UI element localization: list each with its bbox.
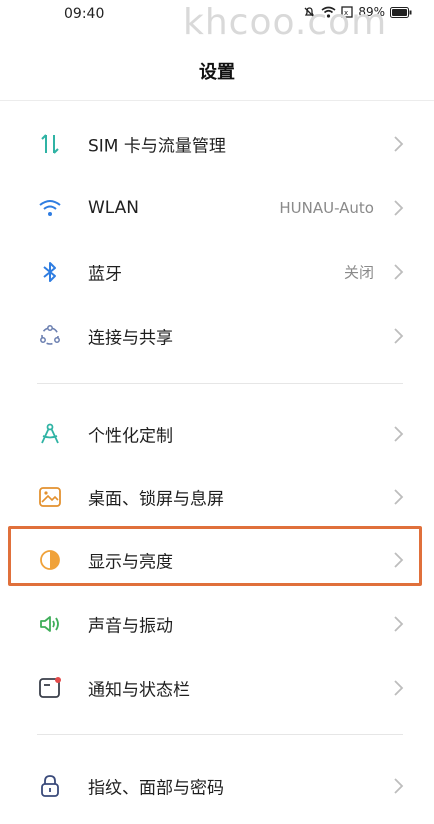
settings-item-sound-vibration[interactable]: 声音与振动 [0,592,434,656]
sim-data-icon [37,131,63,157]
status-time: 09:40 [64,6,105,22]
notification-icon [37,675,63,701]
settings-item-wlan[interactable]: WLAN HUNAU-Auto [0,176,434,240]
battery-icon [390,6,412,18]
wifi-icon [37,195,63,221]
chevron-right-icon [394,328,404,344]
settings-item-label: 通知与状态栏 [88,680,190,701]
chevron-right-icon [394,426,404,442]
chevron-right-icon [394,200,404,216]
title-divider [0,100,434,101]
settings-item-personalization[interactable]: 个性化定制 [0,402,434,466]
settings-item-label: 个性化定制 [88,426,173,447]
chevron-right-icon [394,489,404,505]
page-title: 设置 [199,62,235,83]
settings-item-label: SIM 卡与流量管理 [88,136,226,157]
settings-item-label: WLAN [88,198,140,218]
settings-item-label: 蓝牙 [88,264,122,285]
personalization-icon [37,421,63,447]
chevron-right-icon [394,264,404,280]
settings-item-label: 桌面、锁屏与息屏 [88,489,224,510]
settings-item-wallpaper-lockscreen[interactable]: 桌面、锁屏与息屏 [0,465,434,529]
section-divider [37,734,403,735]
settings-item-label: 声音与振动 [88,616,173,637]
highlight-box [8,526,422,586]
settings-item-sim[interactable]: SIM 卡与流量管理 [0,112,434,176]
chevron-right-icon [394,136,404,152]
connection-sharing-icon [37,323,63,349]
settings-item-bluetooth[interactable]: 蓝牙 关闭 [0,240,434,304]
settings-item-label: 连接与共享 [88,328,173,349]
settings-item-label: 指纹、面部与密码 [88,778,224,799]
chevron-right-icon [394,778,404,794]
section-divider [37,383,403,384]
settings-item-connection-sharing[interactable]: 连接与共享 [0,304,434,368]
watermark: khcoo.com [183,2,388,43]
settings-item-value: HUNAU-Auto [279,199,374,217]
sound-icon [37,611,63,637]
chevron-right-icon [394,680,404,696]
chevron-right-icon [394,616,404,632]
bluetooth-icon [37,259,63,285]
settings-item-biometrics-password[interactable]: 指纹、面部与密码 [0,754,434,818]
lock-icon [37,773,63,799]
wallpaper-icon [37,484,63,510]
settings-item-notification-statusbar[interactable]: 通知与状态栏 [0,656,434,720]
settings-item-value: 关闭 [343,263,374,282]
